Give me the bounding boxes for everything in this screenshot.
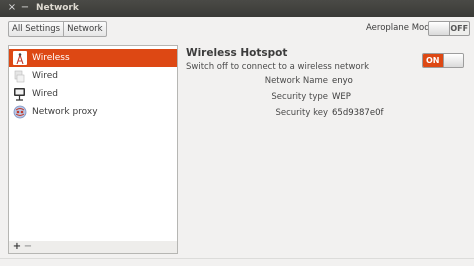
minimize-icon[interactable]: − <box>19 2 31 14</box>
hotspot-details: Wireless Hotspot Switch off to connect t… <box>186 45 468 245</box>
aeroplane-mode-toggle[interactable]: OFF <box>428 21 470 36</box>
remove-connection-button[interactable]: − <box>23 242 33 252</box>
sidebar-item-label: Wireless <box>32 53 70 63</box>
sidebar-item-wireless[interactable]: Wireless <box>9 49 177 67</box>
wireless-tower-icon <box>13 51 27 65</box>
toolbar: All Settings Network Aeroplane Mode OFF <box>0 17 474 39</box>
hotspot-state-label: ON <box>423 54 443 67</box>
all-settings-button[interactable]: All Settings <box>9 22 63 36</box>
security-key-label: Security key <box>275 108 329 118</box>
toggle-knob <box>442 54 463 67</box>
security-key-row: Security key 65d9387e0f <box>186 108 468 120</box>
aeroplane-mode-label: Aeroplane Mode <box>366 23 435 33</box>
wired-disconnected-icon <box>14 70 25 83</box>
security-type-label: Security type <box>271 92 328 102</box>
sidebar-item-wired[interactable]: Wired <box>9 85 177 103</box>
device-list: Wireless Wired Wired Network proxy <box>8 45 178 243</box>
close-icon[interactable]: × <box>6 2 18 14</box>
hotspot-toggle[interactable]: ON <box>422 53 464 68</box>
network-name-value: enyo <box>332 76 353 86</box>
sidebar-item-label: Wired <box>32 71 58 81</box>
wired-ethernet-icon <box>14 88 25 101</box>
toggle-knob <box>429 22 450 35</box>
hotspot-title: Wireless Hotspot <box>186 47 288 59</box>
add-connection-button[interactable]: + <box>12 242 22 252</box>
security-key-value: 65d9387e0f <box>332 108 384 118</box>
window-title: Network <box>36 3 79 13</box>
breadcrumb: All Settings Network <box>8 21 107 37</box>
sidebar-item-label: Network proxy <box>32 107 98 117</box>
hotspot-subtitle: Switch off to connect to a wireless netw… <box>186 62 370 72</box>
list-toolbar: + − <box>8 241 178 254</box>
security-type-value: WEP <box>332 92 351 102</box>
network-proxy-icon <box>13 105 27 119</box>
aeroplane-state-label: OFF <box>450 24 469 33</box>
sidebar-item-network-proxy[interactable]: Network proxy <box>9 103 177 121</box>
network-breadcrumb[interactable]: Network <box>63 22 106 36</box>
title-bar: × − Network <box>0 0 474 17</box>
sidebar-item-wired[interactable]: Wired <box>9 67 177 85</box>
network-name-row: Network Name enyo <box>186 76 468 88</box>
sidebar-item-label: Wired <box>32 89 58 99</box>
security-type-row: Security type WEP <box>186 92 468 104</box>
network-name-label: Network Name <box>264 76 328 86</box>
